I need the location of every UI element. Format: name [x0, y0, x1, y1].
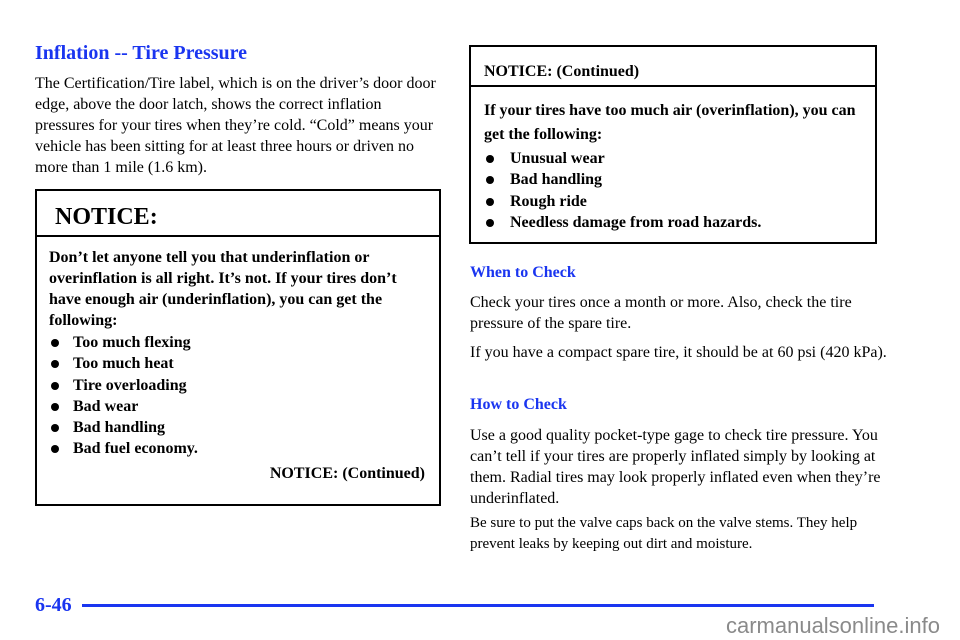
notice-continued-header: NOTICE: (Continued)	[471, 47, 875, 87]
how-to-check-heading: How to Check	[470, 396, 567, 413]
list-item: Rough ride	[484, 191, 863, 212]
bullet-icon	[51, 360, 59, 369]
notice-text: Don’t let anyone tell you that underinfl…	[49, 249, 397, 329]
intro-paragraph: The Certification/Tire label, which is o…	[35, 75, 436, 176]
list-item: Tire overloading	[49, 375, 427, 396]
list-item: Unusual wear	[484, 148, 863, 169]
list-item: Bad fuel economy.	[49, 438, 427, 459]
bullet-icon	[486, 155, 494, 163]
section-title: Inflation -- Tire Pressure	[35, 42, 248, 64]
bullet-icon	[486, 197, 494, 206]
how-to-check-paragraph: Use a good quality pocket-type gage to c…	[470, 427, 881, 507]
when-to-check-paragraph: Check your tires once a month or more. A…	[470, 294, 852, 332]
valve-caps-paragraph: Be sure to put the valve caps back on th…	[470, 515, 858, 552]
list-item: Too much heat	[49, 353, 427, 374]
notice-continued-bullet-list: Unusual wear Bad handling Rough ride Nee…	[484, 148, 863, 233]
when-to-check-heading: When to Check	[470, 264, 576, 281]
bullet-icon	[486, 176, 494, 185]
list-item: Too much flexing	[49, 332, 427, 353]
spare-tire-paragraph: If you have a compact spare tire, it sho…	[470, 344, 887, 361]
list-item: Bad wear	[49, 396, 427, 417]
bullet-icon	[51, 402, 59, 411]
bullet-icon	[51, 424, 59, 433]
notice-continued-box: NOTICE: (Continued) If your tires have t…	[469, 45, 877, 244]
bullet-icon	[51, 381, 59, 390]
notice-continued-label: NOTICE: (Continued)	[269, 464, 425, 482]
notice-box: NOTICE: Don’t let anyone tell you that u…	[35, 189, 441, 506]
list-item: Needless damage from road hazards.	[484, 212, 863, 233]
notice-continued-text: If your tires have too much air (overinf…	[484, 102, 856, 143]
bullet-icon	[51, 339, 59, 347]
list-item: Bad handling	[49, 417, 427, 438]
page-number: 6-46	[35, 594, 72, 616]
notice-bullet-list: Too much flexing Too much heat Tire over…	[49, 332, 427, 460]
list-item: Bad handling	[484, 169, 863, 190]
notice-header: NOTICE:	[37, 191, 439, 237]
bullet-icon	[51, 445, 59, 454]
bullet-icon	[486, 218, 494, 227]
footer-divider	[82, 604, 874, 607]
watermark: carmanualsonline.info	[725, 613, 940, 638]
